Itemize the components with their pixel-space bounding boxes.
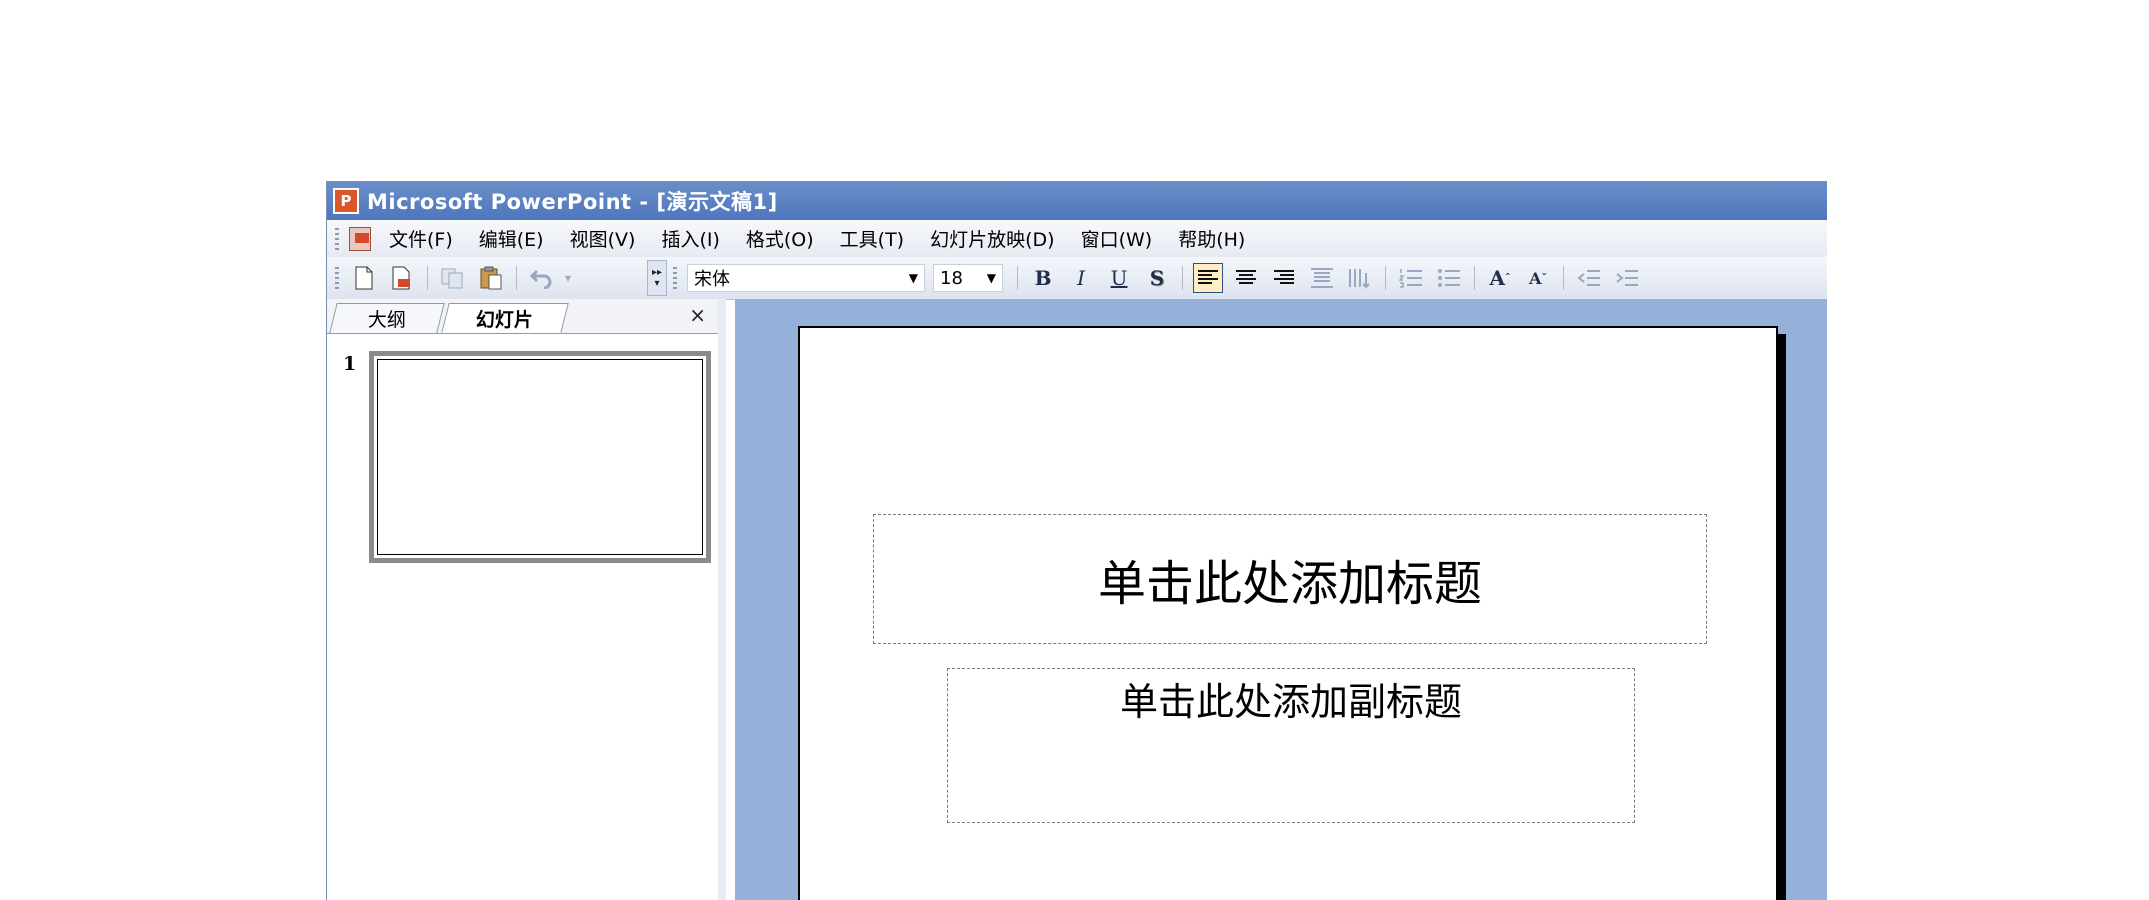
increase-font-size-label: A bbox=[1489, 266, 1506, 290]
powerpoint-app-icon[interactable]: P bbox=[333, 187, 359, 214]
menu-bar: 文件(F) 编辑(E) 视图(V) 插入(I) 格式(O) 工具(T) 幻灯片放… bbox=[327, 220, 1827, 257]
chevron-down-icon: ▼ bbox=[986, 271, 997, 285]
bullet-list-icon[interactable] bbox=[1434, 263, 1464, 293]
align-right-icon[interactable] bbox=[1269, 263, 1299, 293]
slides-pane: 大纲 幻灯片 × 1 bbox=[327, 299, 726, 900]
menu-edit[interactable]: 编辑(E) bbox=[479, 225, 544, 252]
increase-font-size-button[interactable]: Aˆ bbox=[1485, 263, 1515, 293]
menu-slideshow[interactable]: 幻灯片放映(D) bbox=[930, 225, 1054, 252]
tab-slides-label: 幻灯片 bbox=[476, 308, 534, 331]
caret-down-icon: ˇ bbox=[1541, 271, 1547, 285]
menu-file[interactable]: 文件(F) bbox=[389, 225, 453, 252]
decrease-font-size-label: A bbox=[1529, 268, 1542, 288]
pane-tab-strip: 大纲 幻灯片 × bbox=[327, 299, 718, 334]
menu-window[interactable]: 窗口(W) bbox=[1081, 225, 1153, 252]
bold-button[interactable]: B bbox=[1028, 263, 1058, 293]
menu-insert[interactable]: 插入(I) bbox=[661, 225, 719, 252]
slide-thumbnail-frame bbox=[377, 359, 703, 555]
menu-help[interactable]: 帮助(H) bbox=[1178, 225, 1245, 252]
powerpoint-window: P Microsoft PowerPoint - [演示文稿1] 文件(F) 编… bbox=[326, 181, 1827, 900]
title-bar: P Microsoft PowerPoint - [演示文稿1] bbox=[327, 181, 1827, 220]
italic-button[interactable]: I bbox=[1066, 263, 1096, 293]
undo-dropdown-chevron-icon[interactable]: ▾ bbox=[565, 263, 571, 293]
slide-canvas[interactable]: 单击此处添加标题 单击此处添加副标题 bbox=[798, 326, 1778, 900]
formatting-grip-handle[interactable] bbox=[673, 267, 678, 289]
toolbar-grip-handle[interactable] bbox=[335, 267, 339, 289]
toolbar-separator bbox=[516, 266, 517, 290]
toolbar-separator bbox=[1017, 266, 1019, 290]
toolbar-separator bbox=[1385, 266, 1387, 290]
align-left-icon[interactable] bbox=[1193, 263, 1224, 293]
new-document-icon[interactable] bbox=[349, 263, 379, 293]
toolbar-separator bbox=[427, 266, 428, 290]
window-title: Microsoft PowerPoint - [演示文稿1] bbox=[367, 189, 778, 214]
subtitle-placeholder[interactable]: 单击此处添加副标题 bbox=[947, 668, 1635, 823]
font-size-select[interactable]: 18 ▼ bbox=[933, 264, 1004, 292]
menu-view[interactable]: 视图(V) bbox=[570, 225, 636, 252]
paste-icon[interactable] bbox=[476, 263, 506, 293]
menu-tools[interactable]: 工具(T) bbox=[840, 225, 904, 252]
chevron-down-icon: ▼ bbox=[908, 271, 919, 285]
menu-format[interactable]: 格式(O) bbox=[746, 225, 814, 252]
copy-icon[interactable] bbox=[438, 263, 468, 293]
menu-grip-handle[interactable] bbox=[335, 227, 339, 250]
toolbar-overflow-chevron-icon[interactable]: ▸▸ ▾ bbox=[647, 260, 668, 296]
font-name-value: 宋体 bbox=[694, 269, 731, 290]
toolbar-separator bbox=[1474, 266, 1476, 290]
slide-workspace: 单击此处添加标题 单击此处添加副标题 bbox=[735, 299, 1827, 900]
caret-up-icon: ˆ bbox=[1505, 271, 1511, 285]
toolbar-separator bbox=[1563, 266, 1565, 290]
toolbar: ▾ ▸▸ ▾ 宋体 ▼ 18 ▼ B I U S A ˆ A ˇ bbox=[327, 257, 1827, 300]
decrease-font-size-button[interactable]: Aˇ bbox=[1523, 263, 1553, 293]
distribute-icon[interactable] bbox=[1307, 263, 1337, 293]
decrease-indent-icon[interactable] bbox=[1574, 263, 1604, 293]
font-size-value: 18 bbox=[940, 267, 963, 289]
undo-icon[interactable] bbox=[527, 263, 557, 293]
open-file-icon[interactable] bbox=[387, 263, 417, 293]
title-placeholder[interactable]: 单击此处添加标题 bbox=[873, 514, 1707, 644]
document-icon[interactable] bbox=[345, 225, 375, 253]
close-icon[interactable]: × bbox=[689, 303, 706, 327]
tab-outline-label: 大纲 bbox=[367, 309, 406, 331]
underline-button[interactable]: U bbox=[1104, 263, 1134, 293]
align-center-icon[interactable] bbox=[1231, 263, 1261, 293]
numbered-list-icon[interactable] bbox=[1396, 263, 1426, 293]
tab-slides[interactable]: 幻灯片 bbox=[441, 303, 569, 333]
increase-indent-icon[interactable] bbox=[1612, 263, 1642, 293]
tab-outline[interactable]: 大纲 bbox=[329, 303, 445, 333]
slide-number: 1 bbox=[343, 353, 357, 375]
vertical-text-icon[interactable] bbox=[1345, 263, 1375, 293]
font-name-select[interactable]: 宋体 ▼ bbox=[687, 264, 926, 292]
slide-thumbnail[interactable] bbox=[369, 351, 711, 563]
toolbar-separator bbox=[1182, 266, 1184, 290]
shadow-button[interactable]: S bbox=[1142, 263, 1172, 293]
